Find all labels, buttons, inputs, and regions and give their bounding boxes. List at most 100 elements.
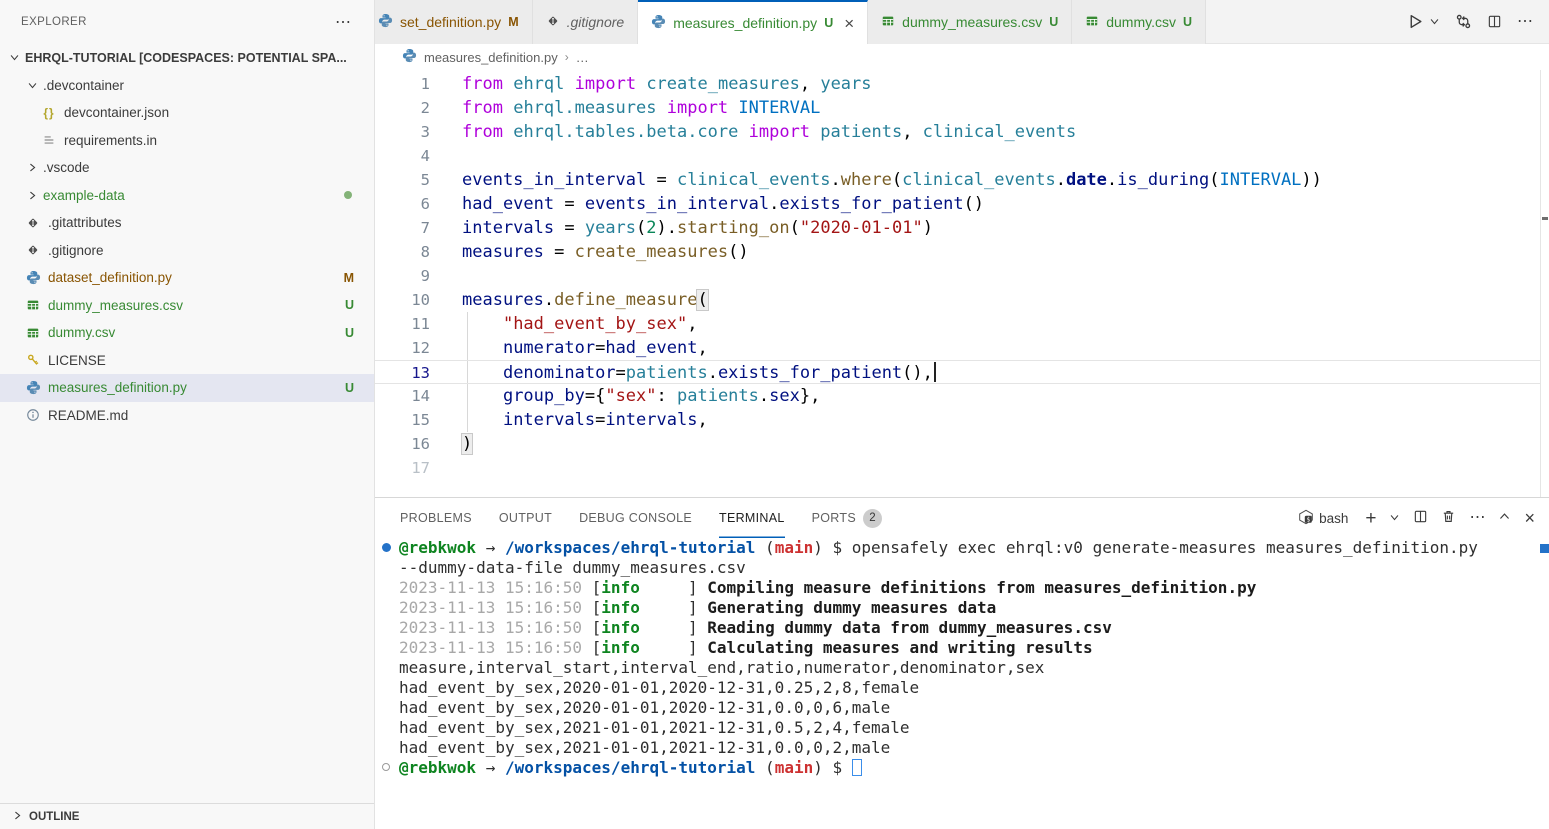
breadcrumb-separator: › <box>565 50 569 64</box>
line-number: 5 <box>375 168 430 192</box>
line-number: 2 <box>375 96 430 120</box>
code-token: ) <box>462 434 472 454</box>
code-token: events_in_interval <box>462 170 646 190</box>
code-line-5[interactable]: 5events_in_interval = clinical_events.wh… <box>375 168 1540 192</box>
line-number: 11 <box>375 312 430 336</box>
run-python-file-button[interactable] <box>1407 13 1424 30</box>
tree-item-requirements-in[interactable]: requirements.in <box>0 127 374 155</box>
code-token: measures <box>462 290 544 310</box>
code-line-2[interactable]: 2from ehrql.measures import INTERVAL <box>375 96 1540 120</box>
code-line-13[interactable]: 13 denominator=patients.exists_for_patie… <box>375 360 1540 384</box>
code-token: exists_for_patient <box>718 363 902 383</box>
close-icon[interactable]: × <box>844 15 854 32</box>
breadcrumb-file[interactable]: measures_definition.py <box>424 50 558 65</box>
panel-tab-label: DEBUG CONSOLE <box>579 498 692 538</box>
tree-item-vscode[interactable]: .vscode <box>0 154 374 182</box>
close-panel-button[interactable]: × <box>1524 509 1535 527</box>
code-line-7[interactable]: 7intervals = years(2).starting_on("2020-… <box>375 216 1540 240</box>
tree-item-ehrql-tutorial-codespaces-potential-spa[interactable]: EHRQL-TUTORIAL [CODESPACES: POTENTIAL SP… <box>0 44 374 72</box>
ruler-marker <box>1542 217 1548 220</box>
code-token: years <box>820 74 871 94</box>
line-number: 10 <box>375 288 430 312</box>
tree-item-license[interactable]: LICENSE <box>0 347 374 375</box>
terminal-shell-button[interactable]: $bash <box>1298 509 1348 528</box>
open-changes-button[interactable] <box>1455 13 1472 30</box>
tree-item-dataset-definition-py[interactable]: dataset_definition.pyM <box>0 264 374 292</box>
tab-dummy-measures-csv[interactable]: dummy_measures.csvU <box>868 0 1072 44</box>
maximize-panel-button[interactable] <box>1498 510 1511 526</box>
code-line-4[interactable]: 4 <box>375 144 1540 168</box>
panel-more-actions-button[interactable]: ⋯ <box>1469 510 1485 526</box>
code-text: ) <box>430 432 472 456</box>
ports-count-badge: 2 <box>863 509 882 528</box>
explorer-more-actions-button[interactable]: ⋯ <box>335 12 352 32</box>
code-line-15[interactable]: 15 intervals=intervals, <box>375 408 1540 432</box>
tab-label: measures_definition.py <box>673 15 817 31</box>
tree-item-example-data[interactable]: example-data <box>0 182 374 210</box>
tree-item-label: dataset_definition.py <box>48 270 172 285</box>
code-line-6[interactable]: 6had_event = events_in_interval.exists_f… <box>375 192 1540 216</box>
code-line-10[interactable]: 10measures.define_measure( <box>375 288 1540 312</box>
tab-label: .gitignore <box>567 14 625 30</box>
outline-section-header[interactable]: OUTLINE <box>0 803 374 829</box>
tree-item-measures-definition-py[interactable]: measures_definition.pyU <box>0 374 374 402</box>
code-token: from <box>462 98 503 118</box>
code-token: ( <box>892 170 902 190</box>
tree-item-dummy-csv[interactable]: dummy.csvU <box>0 319 374 347</box>
panel-tab-problems[interactable]: PROBLEMS <box>400 498 472 538</box>
breadcrumb-more[interactable]: … <box>576 50 589 65</box>
terminal-token: main <box>775 758 814 777</box>
terminal[interactable]: @rebkwok → /workspaces/ehrql-tutorial (m… <box>375 538 1549 829</box>
tree-item-dummy-measures-csv[interactable]: dummy_measures.csvU <box>0 292 374 320</box>
code-line-3[interactable]: 3from ehrql.tables.beta.core import pati… <box>375 120 1540 144</box>
panel-tab-debug-console[interactable]: DEBUG CONSOLE <box>579 498 692 538</box>
code-line-17[interactable]: 17 <box>375 456 1540 480</box>
line-number: 17 <box>375 456 430 480</box>
tree-item-gitattributes[interactable]: .gitattributes <box>0 209 374 237</box>
vscode-window: EXPLORER ⋯ EHRQL-TUTORIAL [CODESPACES: P… <box>0 0 1549 829</box>
indent-guide <box>467 312 468 336</box>
code-token: starting_on <box>677 218 790 238</box>
editor-more-actions-button[interactable]: ⋯ <box>1517 14 1533 30</box>
code-token: . <box>769 194 779 214</box>
panel-tab-output[interactable]: OUTPUT <box>499 498 552 538</box>
code-token: , <box>902 122 922 142</box>
tab-dummy-csv[interactable]: dummy.csvU <box>1072 0 1206 44</box>
code-line-1[interactable]: 1from ehrql import create_measures, year… <box>375 72 1540 96</box>
panel-tab-ports[interactable]: PORTS2 <box>812 498 882 538</box>
overview-ruler[interactable] <box>1540 70 1549 497</box>
code-line-11[interactable]: 11 "had_event_by_sex", <box>375 312 1540 336</box>
tree-item-devcontainer[interactable]: .devcontainer <box>0 72 374 100</box>
tab-measures-definition-py[interactable]: measures_definition.pyU× <box>638 0 868 44</box>
kill-terminal-button[interactable] <box>1441 509 1456 527</box>
split-terminal-button[interactable] <box>1413 509 1428 527</box>
breadcrumb[interactable]: measures_definition.py › … <box>375 44 1549 70</box>
code-token: ( <box>790 218 800 238</box>
tree-item-devcontainer-json[interactable]: {}devcontainer.json <box>0 99 374 127</box>
tree-item-gitignore[interactable]: .gitignore <box>0 237 374 265</box>
tree-item-label: LICENSE <box>48 353 106 368</box>
code-line-8[interactable]: 8measures = create_measures() <box>375 240 1540 264</box>
chevron-down-icon <box>1389 511 1400 526</box>
code-line-9[interactable]: 9 <box>375 264 1540 288</box>
outline-label: OUTLINE <box>29 811 79 823</box>
code-line-16[interactable]: 16) <box>375 432 1540 456</box>
terminal-line-3: 2023-11-13 15:16:50 [info ] Compiling me… <box>375 578 1549 598</box>
code-token <box>657 98 667 118</box>
new-terminal-button[interactable]: + <box>1365 509 1376 528</box>
terminal-profile-dropdown[interactable] <box>1389 511 1400 526</box>
tab-gitignore[interactable]: .gitignore <box>533 0 639 44</box>
split-editor-button[interactable] <box>1487 14 1502 29</box>
run-dropdown[interactable] <box>1429 16 1440 27</box>
code-line-14[interactable]: 14 group_by={"sex": patients.sex}, <box>375 384 1540 408</box>
python-icon <box>24 270 42 285</box>
terminal-scroll-decoration <box>1540 544 1549 553</box>
tree-item-readme-md[interactable]: README.md <box>0 402 374 430</box>
code-token: INTERVAL <box>738 98 820 118</box>
panel-tab-terminal[interactable]: TERMINAL <box>719 498 785 538</box>
terminal-token: Calculating measures and writing results <box>707 638 1092 657</box>
line-number: 7 <box>375 216 430 240</box>
code-line-12[interactable]: 12 numerator=had_event, <box>375 336 1540 360</box>
tab-set-definition-py[interactable]: set_definition.pyM <box>375 0 533 44</box>
code-editor[interactable]: 1from ehrql import create_measures, year… <box>375 70 1549 497</box>
